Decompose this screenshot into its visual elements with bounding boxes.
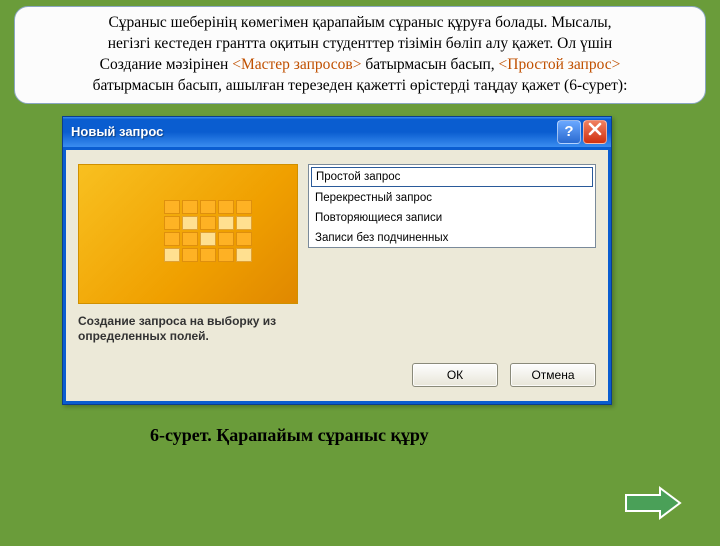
query-type-listbox[interactable]: Простой запрос Перекрестный запрос Повто… (308, 164, 596, 248)
titlebar[interactable]: Новый запрос ? (63, 117, 611, 147)
close-button[interactable] (583, 120, 607, 144)
instruction-line4: батырмасын басып, ашылған терезеден қаже… (93, 77, 628, 94)
help-button[interactable]: ? (557, 120, 581, 144)
highlight-simple: <Простой запрос> (499, 56, 621, 73)
list-item[interactable]: Перекрестный запрос (309, 188, 595, 208)
next-arrow[interactable] (624, 486, 682, 520)
ok-button[interactable]: ОК (412, 363, 498, 387)
instruction-line3a: Создание мәзірінен (100, 56, 233, 73)
list-item[interactable]: Простой запрос (311, 167, 593, 187)
preview-image (78, 164, 298, 304)
close-icon (588, 122, 602, 141)
instruction-box: Сұраныс шеберінің көмегімен қарапайым сұ… (14, 6, 706, 104)
dialog-title: Новый запрос (71, 124, 555, 139)
new-query-dialog: Новый запрос ? (62, 116, 612, 405)
description-text: Создание запроса на выборку из определен… (78, 314, 298, 345)
figure-caption: 6-сурет. Қарапайым сұраныс құру (150, 425, 720, 446)
instruction-line3b: батырмасын басып, (361, 56, 498, 73)
list-item[interactable]: Записи без подчиненных (309, 228, 595, 248)
highlight-master: <Мастер запросов> (232, 56, 361, 73)
help-icon: ? (564, 123, 573, 140)
list-item[interactable]: Повторяющиеся записи (309, 208, 595, 228)
cancel-button[interactable]: Отмена (510, 363, 596, 387)
instruction-line1: Сұраныс шеберінің көмегімен қарапайым сұ… (108, 14, 611, 31)
instruction-line2: негізгі кестеден грантта оқитын студентт… (108, 35, 612, 52)
